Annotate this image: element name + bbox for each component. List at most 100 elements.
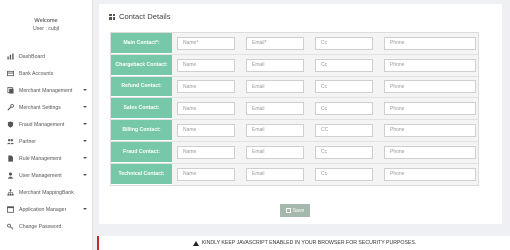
email-input[interactable]: Email (246, 123, 304, 137)
contact-row: Chargeback Contact: Name Email Cc Phone (111, 54, 478, 77)
key-icon (7, 223, 14, 230)
page-title: Contact Details (109, 12, 171, 21)
contact-row: Billing Contact: Name Email CC Phone (111, 120, 478, 142)
email-input[interactable]: Email (246, 58, 304, 72)
caret-down-icon (83, 174, 87, 176)
email-input[interactable]: Email (246, 145, 304, 159)
contact-row-fields: Name Email Cc Phone (172, 141, 478, 163)
phone-input[interactable]: Phone (384, 58, 476, 72)
contact-row: Fraud Contact: Name Email Cc Phone (111, 141, 478, 164)
contact-row: Technical Contact: Name Email Cc Phone (111, 163, 478, 186)
cc-input[interactable]: Cc (315, 102, 373, 116)
contact-row-label: Billing Contact: (111, 120, 172, 141)
bar-chart-icon (7, 53, 14, 60)
contact-row-fields: Name Email Cc Phone (172, 76, 478, 98)
javascript-notice: KINDLY KEEP JAVASCRIPT ENABLED IN YOUR B… (97, 236, 510, 250)
phone-input[interactable]: Phone (384, 80, 476, 94)
name-input[interactable]: Name (177, 102, 235, 116)
phone-input[interactable]: Phone (384, 145, 476, 159)
sidebar-item-label: Merchant Settings (19, 104, 61, 111)
welcome-text: Welcome (34, 18, 58, 24)
sitemap-icon (7, 189, 14, 196)
notice-text: KINDLY KEEP JAVASCRIPT ENABLED IN YOUR B… (201, 240, 417, 246)
email-input[interactable]: Email (246, 102, 304, 116)
cc-input[interactable]: Cc (315, 167, 373, 181)
sidebar-item-fraud-management[interactable]: Fraud Management (0, 116, 93, 133)
phone-input[interactable]: Phone (384, 167, 476, 181)
card-icon (7, 70, 14, 77)
page-title-text: Contact Details (119, 12, 171, 21)
sidebar-item-merchant-mappingbank[interactable]: Merchant MappingBank (0, 184, 93, 201)
caret-down-icon (83, 140, 87, 142)
phone-input[interactable]: Phone (384, 36, 476, 50)
sidebar-item-label: Change Password (19, 223, 62, 230)
email-input[interactable]: Email (246, 80, 304, 94)
sidebar-item-merchant-settings[interactable]: Merchant Settings (0, 99, 93, 116)
cc-input[interactable]: Cc (315, 80, 373, 94)
user-name: User : cubjl (33, 26, 59, 32)
sidebar-item-application-manager[interactable]: Application Manager (0, 201, 93, 218)
sidebar-item-user-management[interactable]: User Management (0, 167, 93, 184)
sidebar-item-label: Merchant Management (19, 87, 73, 94)
contact-row-label: Technical Contact: (111, 163, 172, 186)
sidebar-item-label: Bank Accounts (19, 70, 54, 77)
grid-icon (109, 13, 115, 20)
shield-icon (7, 121, 14, 128)
sidebar-item-merchant-management[interactable]: Merchant Management (0, 82, 93, 99)
name-input[interactable]: Name (177, 80, 235, 94)
cc-input[interactable]: CC (315, 123, 373, 137)
contact-row: Main Contact*: Name* Email* Cc Phone (111, 33, 478, 55)
contact-row-fields: Name* Email* Cc Phone (172, 33, 478, 54)
caret-down-icon (83, 106, 87, 108)
wrench-icon (7, 104, 14, 111)
contact-row-label: Refund Contact: (111, 76, 172, 98)
caret-down-icon (83, 89, 87, 91)
sidebar-item-label: Partner (19, 138, 37, 145)
sidebar-item-change-password[interactable]: Change Password (0, 218, 93, 235)
cc-input[interactable]: Cc (315, 58, 373, 72)
contact-row-fields: Name Email Cc Phone (172, 54, 478, 76)
warning-icon (192, 240, 199, 246)
contact-row-label: Main Contact*: (111, 33, 172, 54)
sidebar: Welcome User : cubjl DashBoard Bank Accou… (0, 0, 93, 250)
contact-row-label: Sales Contact: (111, 98, 172, 119)
caret-down-icon (83, 157, 87, 159)
sidebar-item-dashboard[interactable]: DashBoard (0, 48, 93, 65)
caret-down-icon (83, 123, 87, 125)
contact-row: Sales Contact: Name Email Cc Phone (111, 98, 478, 120)
sidebar-item-rule-management[interactable]: Rule Management (0, 150, 93, 167)
sidebar-item-label: Application Manager (19, 206, 67, 213)
cc-input[interactable]: Cc (315, 145, 373, 159)
contact-row: Refund Contact: Name Email Cc Phone (111, 76, 478, 99)
file-icon (7, 155, 14, 162)
phone-input[interactable]: Phone (384, 102, 476, 116)
sidebar-item-bank-accounts[interactable]: Bank Accounts (0, 65, 93, 82)
sidebar-nav: DashBoard Bank Accounts Merchant Managemen… (0, 48, 93, 235)
sidebar-item-partner[interactable]: Partner (0, 133, 93, 150)
users-icon (7, 138, 14, 145)
phone-input[interactable]: Phone (384, 123, 476, 137)
contact-form: Main Contact*: Name* Email* Cc Phone Chargeba… (110, 32, 479, 187)
window-icon (7, 206, 14, 213)
name-input[interactable]: Name (177, 123, 235, 137)
email-input[interactable]: Email* (246, 36, 304, 50)
welcome-block: Welcome User : cubjl (0, 17, 92, 33)
contact-row-fields: Name Email Cc Phone (172, 163, 478, 186)
document-icon (7, 87, 14, 94)
sidebar-item-label: DashBoard (19, 53, 45, 60)
save-button[interactable]: Save (280, 204, 310, 217)
name-input[interactable]: Name* (177, 36, 235, 50)
sidebar-item-label: User Management (19, 172, 62, 179)
name-input[interactable]: Name (177, 58, 235, 72)
name-input[interactable]: Name (177, 167, 235, 181)
name-input[interactable]: Name (177, 145, 235, 159)
cc-input[interactable]: Cc (315, 36, 373, 50)
user-icon (7, 172, 14, 179)
email-input[interactable]: Email (246, 167, 304, 181)
save-label: Save (292, 207, 305, 214)
contact-row-label: Chargeback Contact: (111, 54, 172, 76)
contact-row-label: Fraud Contact: (111, 141, 172, 163)
sidebar-item-label: Merchant MappingBank (19, 189, 74, 196)
sidebar-item-label: Fraud Management (19, 121, 65, 128)
caret-down-icon (83, 208, 87, 210)
